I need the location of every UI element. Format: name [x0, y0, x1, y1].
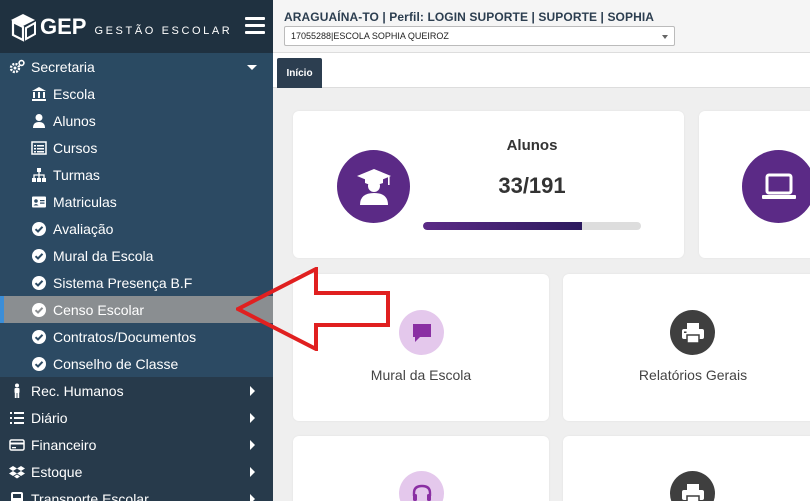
chevron-right-icon	[250, 494, 255, 501]
sidebar-item-label: Contratos/Documentos	[53, 328, 197, 345]
brand-name: GEP	[40, 13, 87, 39]
check-circle-icon	[31, 275, 47, 291]
gep-logo-icon	[8, 12, 38, 42]
credit-card-icon	[9, 437, 25, 453]
printer-icon	[670, 310, 715, 355]
sitemap-icon	[31, 167, 47, 183]
list-icon	[31, 140, 47, 156]
id-card-icon	[31, 194, 47, 210]
menu-label: Estoque	[31, 463, 83, 480]
top-header: ARAGUAÍNA-TO | Perfil: LOGIN SUPORTE | S…	[273, 0, 810, 53]
sidebar-item-label: Escola	[53, 85, 96, 102]
graduate-icon	[337, 150, 410, 223]
sidebar-item-label: Conselho de Classe	[53, 355, 179, 372]
chevron-right-icon	[250, 413, 255, 423]
sidebar-item-label: Alunos	[53, 112, 96, 129]
card-bottom-left[interactable]	[293, 436, 549, 501]
printer-icon	[670, 471, 715, 501]
sidebar-item-label: Cursos	[53, 139, 98, 156]
sidebar-item-label: Matriculas	[53, 193, 117, 210]
menu-item-rec-humanos[interactable]: Rec. Humanos	[0, 377, 273, 404]
menu-label: Diário	[31, 409, 68, 426]
menu-item-diario[interactable]: Diário	[0, 404, 273, 431]
menu-label: Financeiro	[31, 436, 97, 453]
sidebar-item-cursos[interactable]: Cursos	[0, 134, 273, 161]
header-title: ARAGUAÍNA-TO | Perfil: LOGIN SUPORTE | S…	[284, 10, 655, 24]
menu-item-financeiro[interactable]: Financeiro	[0, 431, 273, 458]
card-bottom-right[interactable]	[563, 436, 810, 501]
caret-down-icon	[247, 65, 257, 70]
card-top-right[interactable]	[699, 111, 810, 258]
sidebar-item-turmas[interactable]: Turmas	[0, 161, 273, 188]
chevron-right-icon	[250, 386, 255, 396]
sidebar-item-label: Sistema Presença B.F	[53, 274, 193, 291]
sidebar-item-label: Mural da Escola	[53, 247, 154, 264]
menu-label: Rec. Humanos	[31, 382, 124, 399]
cogs-icon	[9, 59, 25, 75]
menu-item-secretaria[interactable]: Secretaria	[0, 53, 273, 80]
sidebar-item-matriculas[interactable]: Matriculas	[0, 188, 273, 215]
brand-subtitle: GESTÃO ESCOLAR	[94, 24, 233, 37]
sidebar-item-conselho-de-classe[interactable]: Conselho de Classe	[0, 350, 273, 377]
menu-section-secretaria: Secretaria Escola Alunos Cursos Turmas M…	[0, 53, 273, 377]
tab-bar: Início	[273, 53, 810, 88]
check-circle-icon	[31, 329, 47, 345]
menu-label: Transporte Escolar	[31, 490, 149, 501]
logo-bar: GEP GESTÃO ESCOLAR	[0, 0, 273, 53]
chevron-right-icon	[250, 440, 255, 450]
red-annotation-arrow-icon	[236, 267, 390, 351]
mural-label: Mural da Escola	[370, 367, 472, 383]
person-icon	[9, 383, 25, 399]
bus-icon	[9, 491, 25, 501]
tab-inicio[interactable]: Início	[277, 58, 322, 88]
menu-item-transporte-escolar[interactable]: Transporte Escolar	[0, 485, 273, 501]
sidebar-item-escola[interactable]: Escola	[0, 80, 273, 107]
sidebar-item-label: Avaliação	[53, 220, 114, 237]
chevron-right-icon	[250, 467, 255, 477]
sidebar-item-label: Turmas	[53, 166, 100, 183]
card-alunos[interactable]: Alunos 33/191	[293, 111, 684, 258]
alunos-count: 33/191	[498, 173, 566, 198]
menu-item-estoque[interactable]: Estoque	[0, 458, 273, 485]
laptop-icon	[742, 150, 810, 223]
dropbox-icon	[9, 464, 25, 480]
sidebar-item-censo-escolar[interactable]: Censo Escolar	[0, 296, 273, 323]
card-relatorios-gerais[interactable]: Relatórios Gerais	[563, 274, 810, 421]
check-circle-icon	[31, 302, 47, 318]
check-circle-icon	[31, 356, 47, 372]
sidebar-item-avaliacao[interactable]: Avaliação	[0, 215, 273, 242]
alunos-progress-fill	[423, 222, 583, 230]
sidebar-item-contratos-documentos[interactable]: Contratos/Documentos	[0, 323, 273, 350]
alunos-title: Alunos	[506, 137, 558, 154]
relatorios-label: Relatórios Gerais	[638, 367, 748, 383]
comment-icon	[399, 310, 444, 355]
list-ol-icon	[9, 410, 25, 426]
sidebar-item-label: Censo Escolar	[53, 301, 145, 318]
alunos-progress-bar	[423, 222, 641, 230]
user-icon	[31, 113, 47, 129]
sidebar: GEP GESTÃO ESCOLAR Secretaria Escola Alu…	[0, 0, 273, 501]
headset-icon	[399, 471, 444, 501]
check-circle-icon	[31, 248, 47, 264]
bank-icon	[31, 86, 47, 102]
sidebar-item-mural-da-escola[interactable]: Mural da Escola	[0, 242, 273, 269]
menu-label-secretaria: Secretaria	[31, 58, 95, 75]
sidebar-item-sistema-presenca[interactable]: Sistema Presença B.F	[0, 269, 273, 296]
chevron-down-icon	[662, 35, 668, 39]
school-select[interactable]: 17055288|ESCOLA SOPHIA QUEIROZ	[284, 26, 675, 46]
school-select-value: 17055288|ESCOLA SOPHIA QUEIROZ	[291, 31, 449, 41]
sidebar-item-alunos[interactable]: Alunos	[0, 107, 273, 134]
hamburger-menu-icon[interactable]	[245, 17, 265, 35]
check-circle-icon	[31, 221, 47, 237]
